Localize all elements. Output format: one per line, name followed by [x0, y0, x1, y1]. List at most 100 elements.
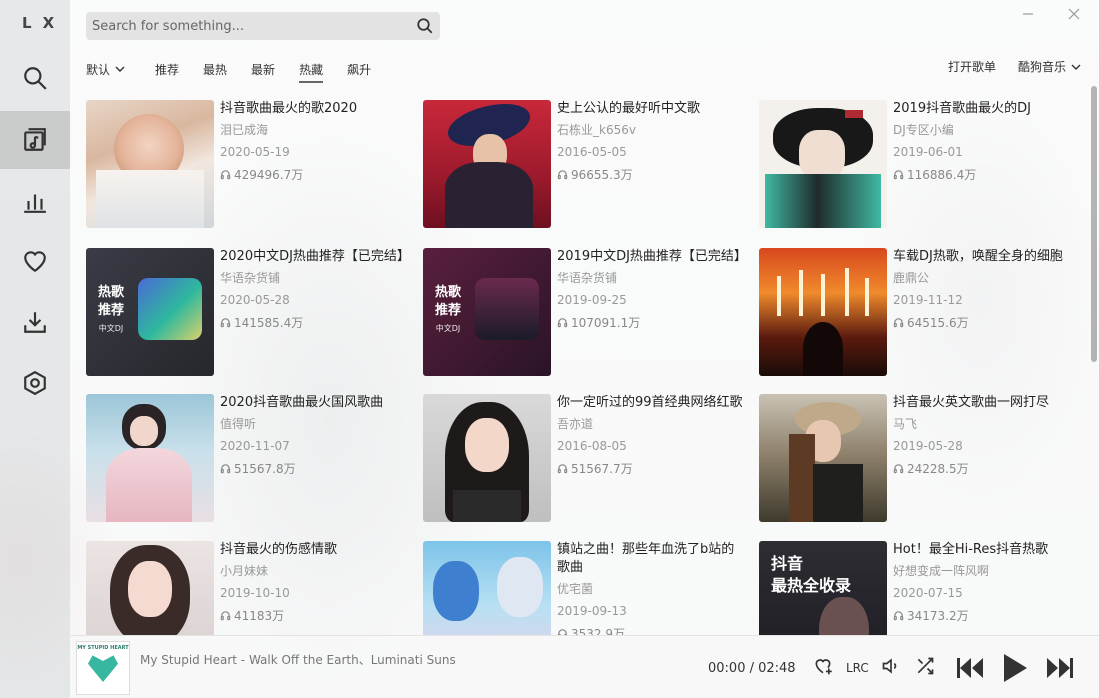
- headphones-icon: [220, 464, 231, 474]
- playlist-card[interactable]: 镇站之曲！那些年血洗了b站的歌曲 优宅菌 2019-09-13 3532.9万: [423, 541, 743, 635]
- playlist-card[interactable]: 2019抖音歌曲最火的DJ DJ专区小编 2019-06-01 116886.4…: [759, 100, 1079, 228]
- cover-overlay-title: 抖音 最热全收录: [771, 554, 852, 595]
- scrollbar[interactable]: [1091, 86, 1097, 362]
- playlist-plays: 96655.3万: [557, 166, 743, 183]
- volume-icon[interactable]: [881, 656, 901, 676]
- search-icon[interactable]: [416, 17, 434, 35]
- headphones-icon: [893, 611, 904, 621]
- playlist-cover: [86, 100, 214, 228]
- download-icon: [24, 312, 46, 333]
- source-dropdown[interactable]: 酷狗音乐: [1018, 58, 1081, 75]
- playlist-date: 2019-11-12: [893, 293, 963, 307]
- heart-icon: [24, 251, 46, 273]
- headphones-icon: [220, 170, 231, 180]
- playlist-plays: 41183万: [220, 607, 406, 624]
- playlist-plays: 116886.4万: [893, 166, 1079, 183]
- shuffle-icon[interactable]: [915, 656, 935, 676]
- nav-settings[interactable]: [0, 354, 70, 412]
- playlist-title: 车载DJ热歌，唤醒全身的细胞: [893, 249, 1063, 264]
- cover-overlay-text: 热歌 推荐 中文DJ: [435, 284, 461, 338]
- open-playlist-button[interactable]: 打开歌单: [948, 58, 996, 75]
- headphones-icon: [557, 629, 568, 635]
- nav-favorites[interactable]: [0, 232, 70, 290]
- cover-overlay-title: 热歌 推荐: [98, 285, 125, 318]
- playlist-date: 2020-07-15: [893, 586, 963, 600]
- playlist-date: 2016-08-05: [557, 439, 627, 453]
- playlist-title: 你一定听过的99首经典网络红歌: [557, 395, 743, 410]
- playlist-title: 抖音最火英文歌曲一网打尽: [893, 395, 1050, 410]
- nav-download[interactable]: [0, 293, 70, 351]
- playlist-plays: 64515.6万: [893, 314, 1079, 331]
- playlist-card[interactable]: 抖音歌曲最火的歌2020 泪已成海 2020-05-19 429496.7万: [86, 100, 406, 228]
- playlist-title: 2020中文DJ热曲推荐【已完结】: [220, 249, 406, 264]
- play-icon[interactable]: [1002, 653, 1028, 683]
- playlist-date: 2020-05-28: [220, 293, 290, 307]
- player-bar: MY STUPID HEART My Stupid Heart - Walk O…: [70, 635, 1099, 698]
- playlist-card[interactable]: 抖音最火英文歌曲一网打尽 马飞 2019-05-28 24228.5万: [759, 394, 1079, 522]
- chevron-down-icon: [1071, 64, 1081, 70]
- playlist-date: 2020-11-07: [220, 439, 290, 453]
- tab-rising[interactable]: 飙升: [347, 61, 371, 78]
- playlist-date: 2019-05-28: [893, 439, 963, 453]
- play-count: 107091.1万: [571, 316, 641, 330]
- playlist-cover: 抖音 最热全收录: [759, 541, 887, 635]
- playlist-title: 2019中文DJ热曲推荐【已完结】: [557, 249, 743, 264]
- play-count: 96655.3万: [571, 168, 633, 182]
- playlist-card[interactable]: 2020抖音歌曲最火国风歌曲 值得听 2020-11-07 51567.8万: [86, 394, 406, 522]
- playlist-author: 鹿鼎公: [893, 271, 930, 285]
- playlist-cover: 热歌 推荐 中文DJ: [423, 248, 551, 376]
- lyrics-toggle[interactable]: LRC: [846, 661, 869, 675]
- sort-dropdown[interactable]: 默认: [86, 61, 125, 78]
- playlist-card[interactable]: 热歌 推荐 中文DJ 2020中文DJ热曲推荐【已完结】 华语杂货铺 2020-…: [86, 248, 406, 376]
- search-input[interactable]: [86, 12, 406, 40]
- nav-leaderboard[interactable]: [0, 172, 70, 230]
- nav-search[interactable]: [0, 49, 70, 107]
- playlist-title: 2019抖音歌曲最火的DJ: [893, 101, 1031, 116]
- playlist-card[interactable]: 抖音 最热全收录 Hot！最全Hi-Res抖音热歌 好想变成一阵风啊 2020-…: [759, 541, 1079, 635]
- playlist-author: 马飞: [893, 417, 918, 431]
- chart-bars-icon: [24, 194, 46, 213]
- playlist-card[interactable]: 史上公认的最好听中文歌 石栋业_k656v 2016-05-05 96655.3…: [423, 100, 743, 228]
- playlist-cover: [759, 394, 887, 522]
- now-playing-cover[interactable]: MY STUPID HEART: [76, 641, 130, 695]
- playlist-card[interactable]: 你一定听过的99首经典网络红歌 吾亦道 2016-08-05 51567.7万: [423, 394, 743, 522]
- previous-track-icon[interactable]: [956, 655, 984, 681]
- tab-bar: 默认 推荐 最热 最新 热藏 飙升: [86, 58, 395, 83]
- playlist-author: 华语杂货铺: [557, 271, 618, 285]
- play-count: 64515.6万: [907, 316, 969, 330]
- headphones-icon: [557, 170, 568, 180]
- cover-overlay-title: 热歌 推荐: [435, 285, 462, 318]
- search-bar: [86, 12, 440, 40]
- favorite-heart-icon[interactable]: [813, 656, 833, 676]
- playlist-icon: [24, 128, 46, 151]
- playlist-author: 华语杂货铺: [220, 271, 281, 285]
- playlist-cover: [86, 394, 214, 522]
- minimize-icon[interactable]: [1020, 6, 1036, 22]
- main-panel: 默认 推荐 最热 最新 热藏 飙升 打开歌单 酷狗音乐 抖音歌曲最火的歌2020…: [70, 0, 1099, 635]
- playlist-date: 2019-06-01: [893, 145, 963, 159]
- playlist-cover: [423, 394, 551, 522]
- playlist-card[interactable]: 热歌 推荐 中文DJ 2019中文DJ热曲推荐【已完结】 华语杂货铺 2019-…: [423, 248, 743, 376]
- logo-letter-l: L: [22, 14, 33, 32]
- play-count: 429496.7万: [234, 168, 304, 182]
- playlist-date: 2020-05-19: [220, 145, 290, 159]
- tab-hottest[interactable]: 最热: [203, 61, 227, 78]
- playback-time: 00:00 / 02:48: [708, 661, 796, 676]
- play-count: 3532.9万: [571, 627, 625, 635]
- playlist-plays: 34173.2万: [893, 607, 1079, 624]
- playlist-plays: 107091.1万: [557, 314, 743, 331]
- tab-newest[interactable]: 最新: [251, 61, 275, 78]
- playlist-card[interactable]: 车载DJ热歌，唤醒全身的细胞 鹿鼎公 2019-11-12 64515.6万: [759, 248, 1079, 376]
- playlist-title: 抖音歌曲最火的歌2020: [220, 101, 358, 116]
- next-track-icon[interactable]: [1046, 655, 1074, 681]
- close-icon[interactable]: [1066, 6, 1082, 22]
- play-count: 34173.2万: [907, 609, 969, 623]
- playlist-card[interactable]: 抖音最火的伤感情歌 小月妹妹 2019-10-10 41183万: [86, 541, 406, 635]
- tab-hot-collect[interactable]: 热藏: [299, 61, 324, 83]
- nav-song-list[interactable]: [0, 111, 70, 169]
- tab-recommend[interactable]: 推荐: [155, 61, 179, 78]
- playlist-plays: 51567.8万: [220, 460, 406, 477]
- app-logo: L X: [0, 14, 70, 34]
- playlist-author: 优宅菌: [557, 582, 594, 596]
- playlist-date: 2019-09-25: [557, 293, 627, 307]
